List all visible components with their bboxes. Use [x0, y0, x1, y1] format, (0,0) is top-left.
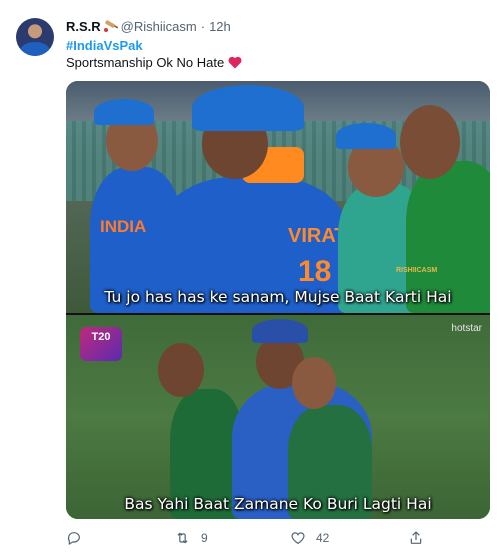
player-left-cap [94, 99, 154, 125]
hashtag-link[interactable]: #IndiaVsPak [66, 38, 143, 53]
share-icon [410, 531, 422, 544]
tweet-media[interactable]: INDIA VIRAT 18 RISHIICASM Tu jo has has … [66, 81, 490, 519]
cricket-bat-icon [103, 19, 119, 33]
tweet: R.S.R @Rishiicasm · 12h #IndiaVsPak Spor… [0, 0, 499, 553]
t20-logo: T20 [80, 327, 122, 361]
retweet-count: 9 [201, 531, 208, 545]
player-right-1-cap [336, 123, 396, 149]
hotstar-logo: hotstar [451, 323, 482, 334]
reply-icon [67, 532, 80, 546]
player-center-cap [192, 85, 304, 131]
avatar-shoulders [20, 42, 50, 56]
tweet-text: Sportsmanship Ok No Hate [66, 55, 225, 70]
reply-button[interactable] [66, 530, 92, 546]
heart-outline-icon [291, 532, 305, 545]
meme-panel-top: INDIA VIRAT 18 RISHIICASM Tu jo has has … [66, 81, 490, 313]
separator-dot: · [200, 18, 206, 34]
watermark: RISHIICASM [396, 267, 438, 274]
player-right-2-head [400, 105, 460, 179]
tweet-text-line: Sportsmanship Ok No Hate [66, 55, 242, 70]
player-b-right-head [292, 357, 336, 409]
avatar[interactable] [16, 18, 54, 56]
author-name[interactable]: R.S.R [66, 19, 101, 34]
author-handle[interactable]: @Rishiicasm [121, 19, 197, 34]
jersey-number: 18 [298, 255, 332, 288]
caption-top: Tu jo has has ke sanam, Mujse Baat Karti… [104, 288, 452, 306]
like-button[interactable]: 42 [290, 530, 329, 546]
retweet-button[interactable]: 9 [174, 530, 208, 546]
share-button[interactable] [408, 530, 424, 546]
timestamp[interactable]: 12h [209, 19, 231, 34]
red-heart-icon [228, 56, 242, 69]
player-b-center-cap [252, 319, 308, 343]
like-count: 42 [316, 531, 330, 545]
retweet-icon [177, 532, 188, 544]
meme-panel-bottom: T20 hotstar Bas Yahi Baat Zamane Ko Buri… [66, 315, 490, 519]
caption-bottom: Bas Yahi Baat Zamane Ko Buri Lagti Hai [124, 495, 432, 513]
player-b-left-head [158, 343, 204, 397]
tweet-actions: 9 42 [66, 530, 490, 548]
tweet-header: R.S.R @Rishiicasm · 12h [66, 17, 231, 35]
jersey-text-india: INDIA [100, 217, 147, 236]
